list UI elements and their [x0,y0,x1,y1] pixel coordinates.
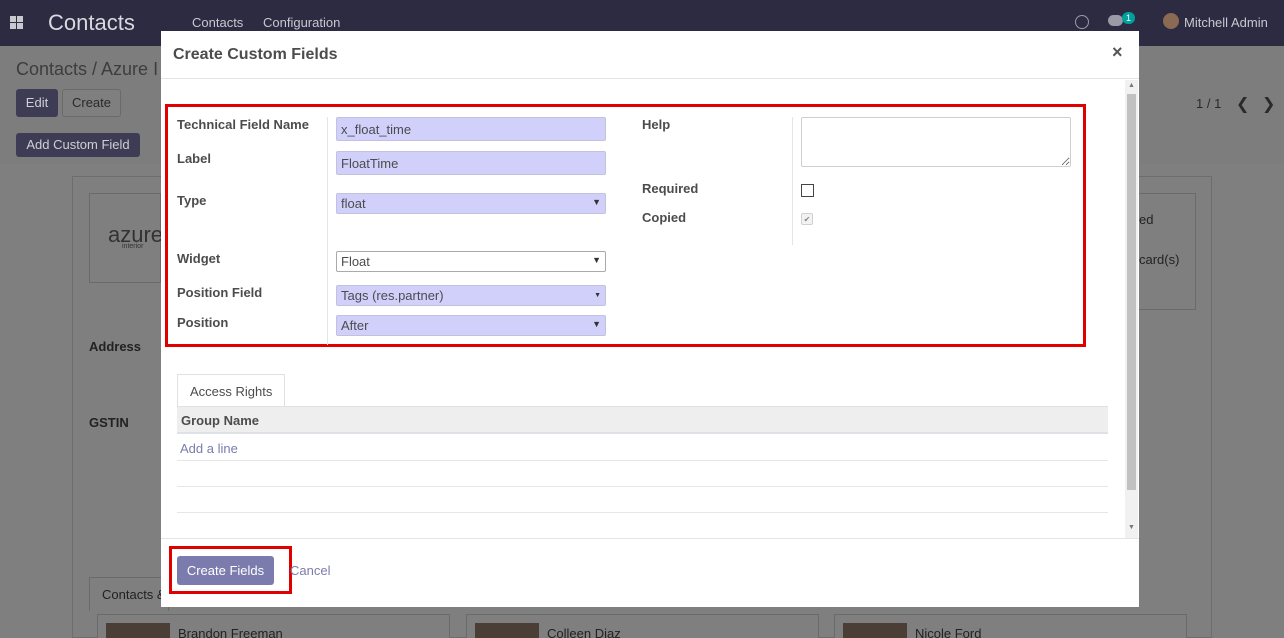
create-custom-fields-dialog: Create Custom Fields × Technical Field N… [161,31,1139,607]
add-a-line-link[interactable]: Add a line [180,441,238,456]
table-row-divider [177,486,1108,487]
menu-contacts[interactable]: Contacts [192,15,243,30]
position-select-value: After [341,318,369,333]
caret-down-icon: ▼ [592,319,601,329]
contact-avatar [475,623,539,638]
contact-avatar [106,623,170,638]
table-row-divider [177,512,1108,513]
modal-footer: Create Fields Cancel [161,538,1139,607]
scroll-down-arrow-icon[interactable]: ▼ [1128,524,1135,531]
label-input[interactable] [336,151,606,175]
column-divider [327,117,328,345]
contact-name: Colleen Diaz [547,626,621,638]
position-field-select[interactable]: Tags (res.partner) ▼ [336,285,606,306]
apps-grid-icon[interactable] [10,16,23,29]
column-divider [792,117,793,245]
position-select[interactable]: After ▼ [336,315,606,336]
contact-card[interactable]: Nicole Ford [834,614,1187,638]
stat-text-1: ed [1139,212,1154,227]
caret-down-icon: ▼ [592,197,601,207]
clock-icon[interactable] [1075,15,1089,29]
copied-checkbox[interactable]: ✔ [801,213,813,225]
copied-label: Copied [642,210,687,225]
type-select-value: float [341,196,366,211]
create-fields-button[interactable]: Create Fields [177,556,274,585]
pager-value: 1 / 1 [1196,96,1222,111]
caret-down-icon: ▼ [594,292,601,299]
label-label: Label [177,151,211,166]
user-avatar[interactable] [1163,13,1179,29]
help-label: Help [642,117,671,132]
required-label: Required [642,181,699,196]
logo-subtext: interior [122,243,144,250]
check-icon: ✔ [803,215,811,224]
position-label: Position [177,315,229,330]
contact-card[interactable]: Colleen Diaz [466,614,819,638]
group-name-column-header: Group Name [177,406,1108,434]
stat-text-2: card(s) [1139,252,1180,267]
chat-badge: 1 [1122,12,1136,24]
menu-configuration[interactable]: Configuration [263,15,340,30]
chevron-right-icon[interactable]: ❯ [1262,94,1275,114]
technical-field-name-label: Technical Field Name [177,117,309,132]
widget-label: Widget [177,251,221,266]
tab-contacts[interactable]: Contacts & [89,577,169,611]
help-textarea[interactable] [801,117,1071,167]
add-custom-field-button[interactable]: Add Custom Field [16,133,140,157]
contact-avatar [843,623,907,638]
close-icon[interactable]: × [1112,42,1123,63]
breadcrumb: Contacts / Azure I [16,59,159,79]
contact-card[interactable]: Brandon Freeman [97,614,450,638]
required-checkbox[interactable] [801,184,814,197]
scroll-thumb[interactable] [1127,94,1136,490]
gstin-label: GSTIN [89,415,129,430]
cancel-button[interactable]: Cancel [290,563,330,578]
tab-access-rights[interactable]: Access Rights [177,374,285,407]
app-title: Contacts [48,10,135,35]
modal-header: Create Custom Fields × [161,31,1139,79]
technical-field-name-input[interactable] [336,117,606,141]
position-field-label: Position Field [177,285,263,300]
scroll-up-arrow-icon[interactable]: ▲ [1128,82,1135,89]
widget-select[interactable]: Float ▼ [336,251,606,272]
chat-icon[interactable] [1108,15,1123,26]
table-row-divider [177,460,1108,461]
modal-title: Create Custom Fields [173,46,338,63]
caret-down-icon: ▼ [592,255,601,265]
modal-body: Technical Field Name Label Type float ▼ … [161,80,1139,538]
address-label: Address [89,339,142,354]
type-select[interactable]: float ▼ [336,193,606,214]
modal-scrollbar[interactable]: ▲ ▼ [1125,80,1138,538]
edit-button[interactable]: Edit [16,89,58,117]
contact-name: Nicole Ford [915,626,982,638]
chevron-left-icon[interactable]: ❮ [1236,94,1249,114]
position-field-select-value: Tags (res.partner) [341,288,444,303]
contact-name: Brandon Freeman [178,626,283,638]
user-name[interactable]: Mitchell Admin [1184,15,1268,30]
type-label: Type [177,193,207,208]
create-button[interactable]: Create [62,89,121,117]
widget-select-value: Float [341,254,370,269]
